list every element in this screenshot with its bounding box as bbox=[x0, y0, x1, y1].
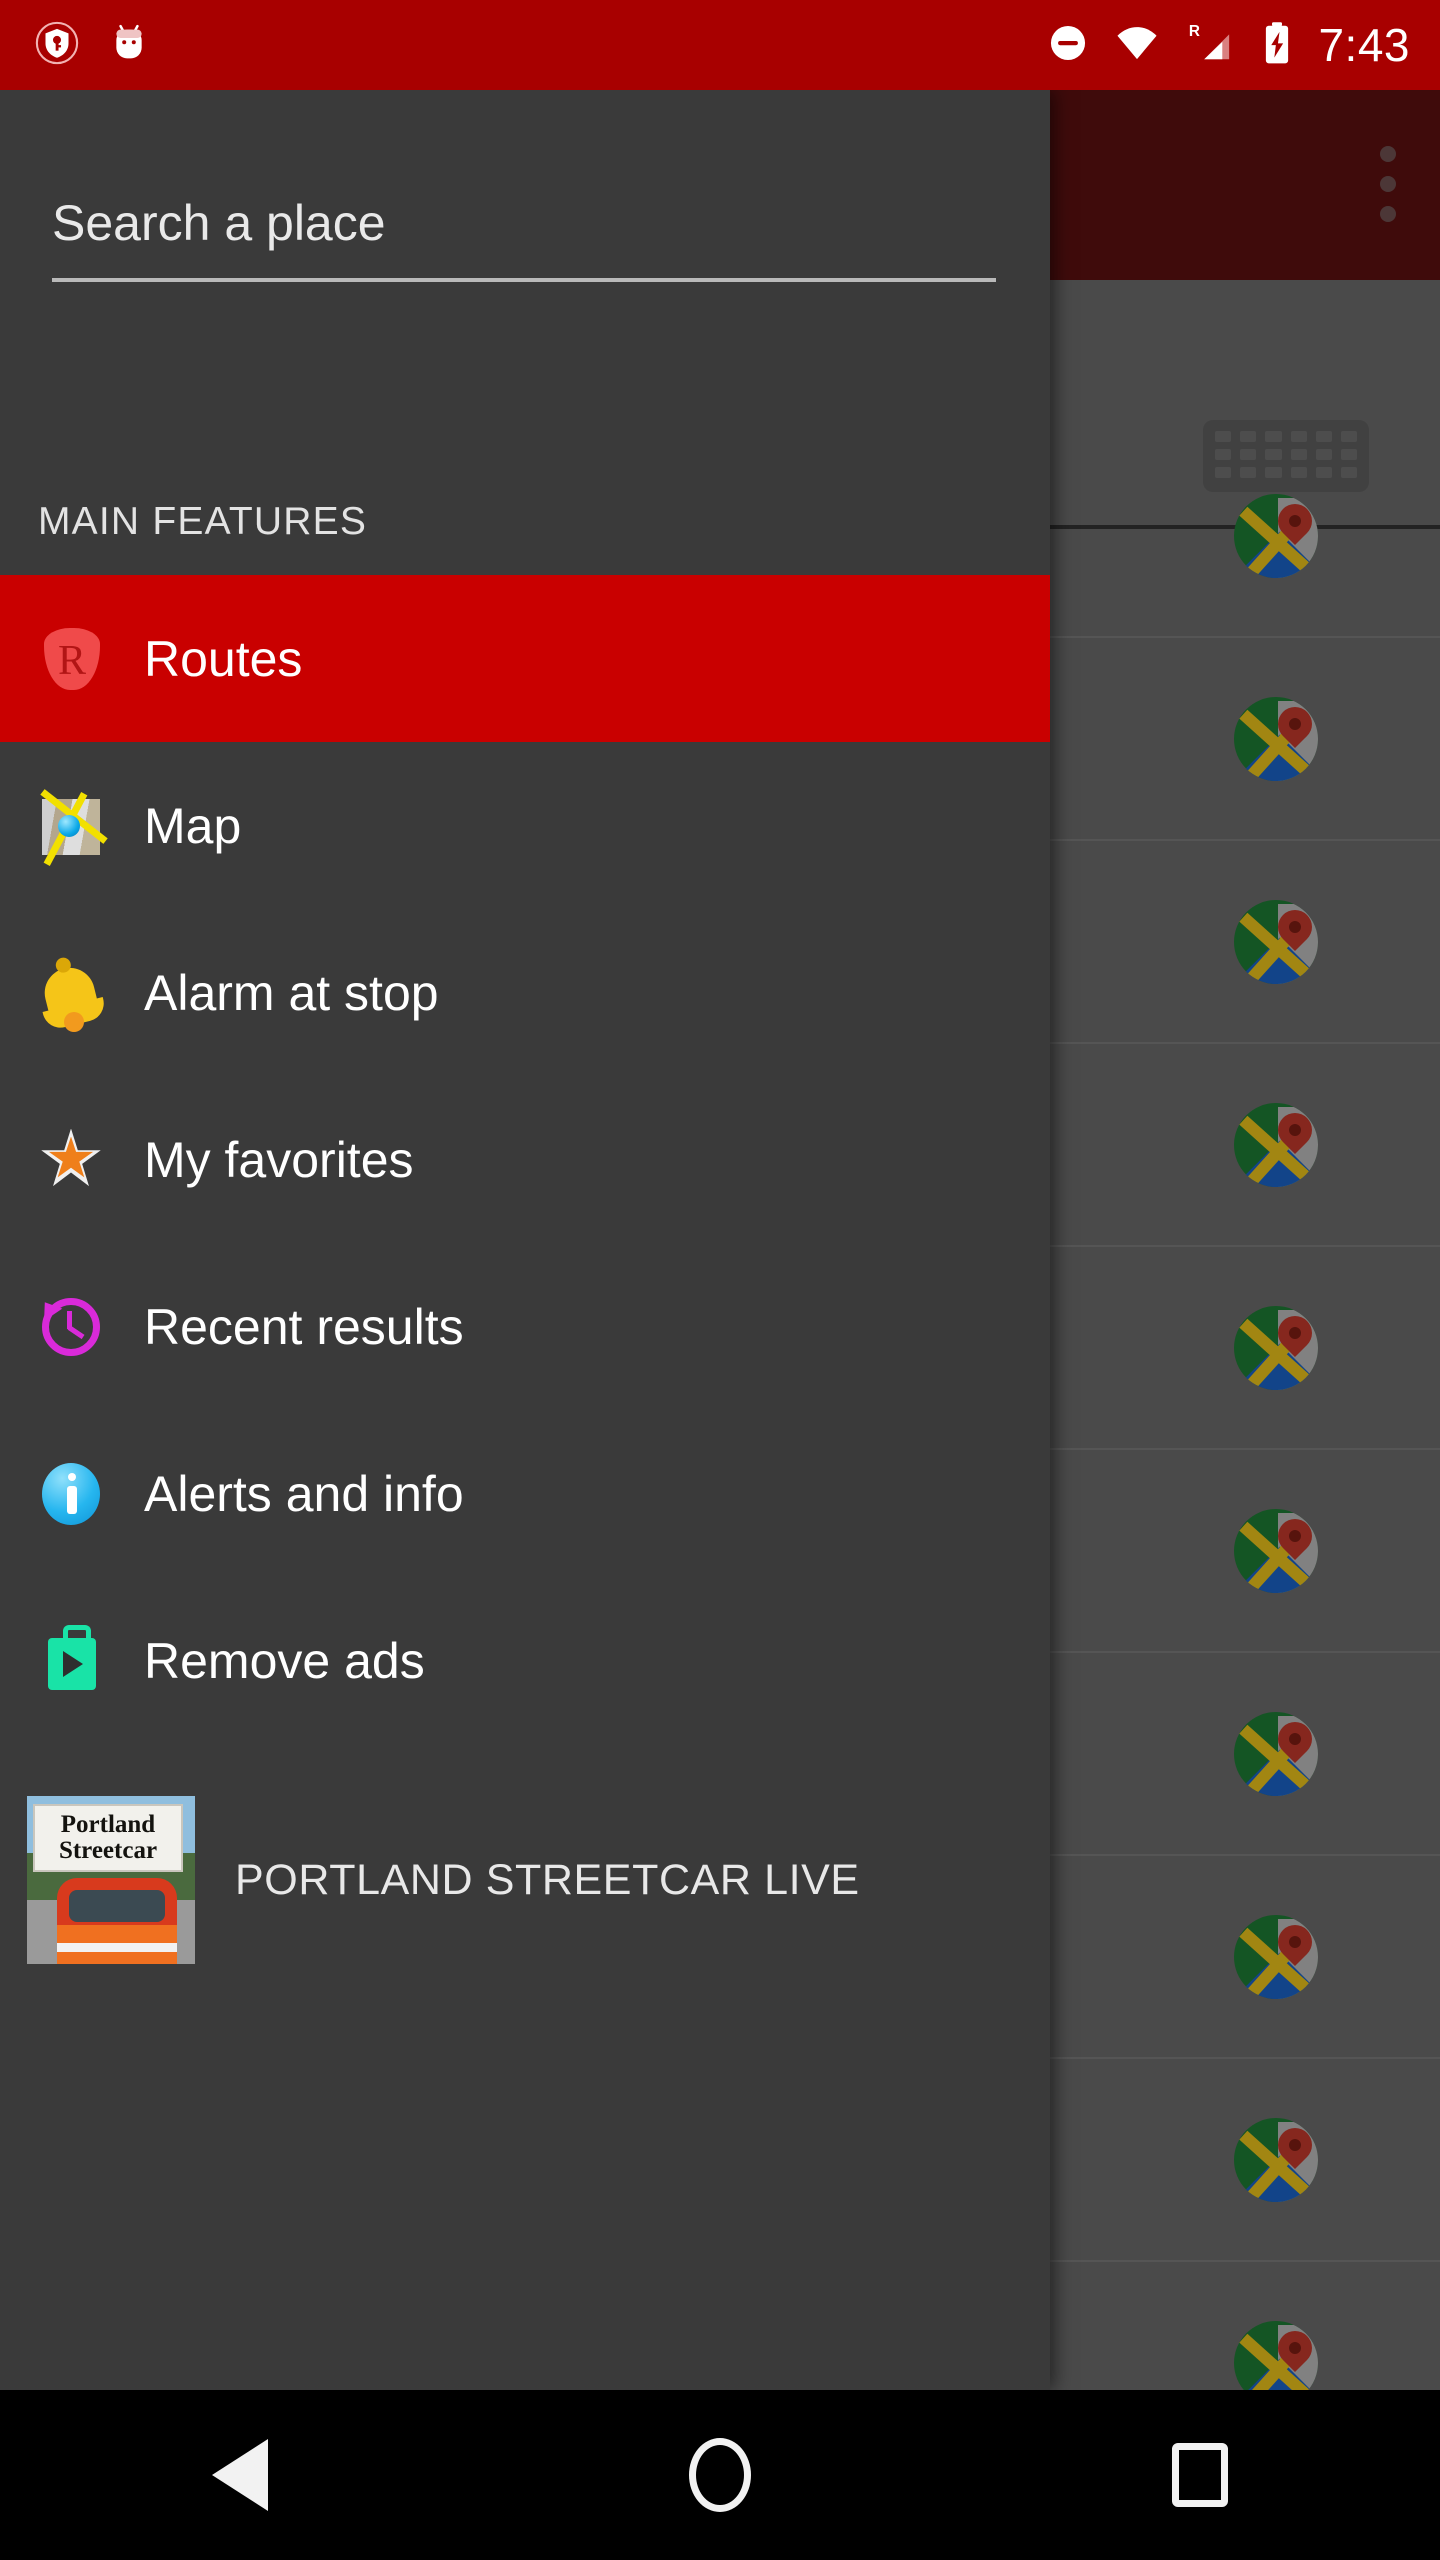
vpn-key-shield-icon bbox=[34, 20, 80, 71]
history-clock-icon bbox=[35, 1294, 104, 1360]
navigation-drawer: Search a place MAIN FEATURES Routes Map Al… bbox=[0, 90, 1050, 2390]
drawer-item-map[interactable]: Map bbox=[0, 742, 1050, 909]
wifi-icon bbox=[1114, 20, 1160, 71]
home-button[interactable] bbox=[570, 2438, 870, 2512]
cellular-roaming-icon: R bbox=[1184, 20, 1236, 71]
drawer-item-label: My favorites bbox=[144, 1131, 414, 1188]
star-icon bbox=[38, 1127, 104, 1193]
folded-map-icon bbox=[38, 788, 108, 866]
drawer-item-remove-ads[interactable]: Remove ads bbox=[0, 1577, 1050, 1744]
phone-screen: Search a place MAIN FEATURES Routes Map Al… bbox=[0, 0, 1440, 2560]
do-not-disturb-icon bbox=[1046, 21, 1090, 70]
search-input[interactable]: Search a place bbox=[52, 198, 996, 282]
back-icon bbox=[212, 2439, 268, 2511]
streetcar-photo-icon: Portland Streetcar bbox=[27, 1796, 195, 1964]
drawer-item-alarm-at-stop[interactable]: Alarm at stop bbox=[0, 909, 1050, 1076]
drawer-item-my-favorites[interactable]: My favorites bbox=[0, 1076, 1050, 1243]
battery-charging-icon bbox=[1260, 20, 1294, 71]
home-icon bbox=[689, 2438, 751, 2512]
drawer-item-alerts-and-info[interactable]: Alerts and info bbox=[0, 1410, 1050, 1577]
drawer-item-label: Recent results bbox=[144, 1298, 464, 1355]
drawer-item-label: Alerts and info bbox=[144, 1465, 464, 1522]
drawer-item-label: Routes bbox=[144, 630, 303, 687]
android-mascot-icon bbox=[106, 20, 152, 71]
status-bar: R 7:43 bbox=[0, 0, 1440, 90]
drawer-item-label: Alarm at stop bbox=[144, 964, 439, 1021]
svg-text:R: R bbox=[1189, 23, 1200, 40]
promo-sign-line1: Portland bbox=[60, 1811, 156, 1838]
main-features-header: MAIN FEATURES bbox=[38, 500, 368, 543]
status-bar-clock: 7:43 bbox=[1318, 19, 1410, 71]
promo-banner[interactable]: Portland Streetcar PORTLAND STREETCAR LI… bbox=[0, 1780, 1050, 1980]
drawer-item-label: Map bbox=[144, 797, 242, 854]
back-button[interactable] bbox=[90, 2439, 390, 2511]
drawer-menu: Routes Map Alarm at stop My favorites Recent… bbox=[0, 575, 1050, 1744]
search-underline bbox=[52, 278, 996, 282]
recents-button[interactable] bbox=[1050, 2443, 1350, 2507]
promo-sign-line2: Streetcar bbox=[58, 1837, 158, 1864]
streetcar-shape bbox=[57, 1878, 177, 1964]
drawer-item-recent-results[interactable]: Recent results bbox=[0, 1243, 1050, 1410]
drawer-item-label: Remove ads bbox=[144, 1632, 425, 1689]
android-navigation-bar bbox=[0, 2390, 1440, 2560]
bell-icon bbox=[38, 960, 104, 1032]
drawer-item-routes[interactable]: Routes bbox=[0, 575, 1050, 742]
search-placeholder: Search a place bbox=[52, 195, 386, 251]
route-shield-icon bbox=[38, 626, 104, 692]
recents-icon bbox=[1172, 2443, 1228, 2507]
play-store-bag-icon bbox=[38, 1624, 104, 1694]
promo-label: PORTLAND STREETCAR LIVE bbox=[235, 1855, 860, 1904]
info-circle-icon bbox=[38, 1461, 104, 1527]
